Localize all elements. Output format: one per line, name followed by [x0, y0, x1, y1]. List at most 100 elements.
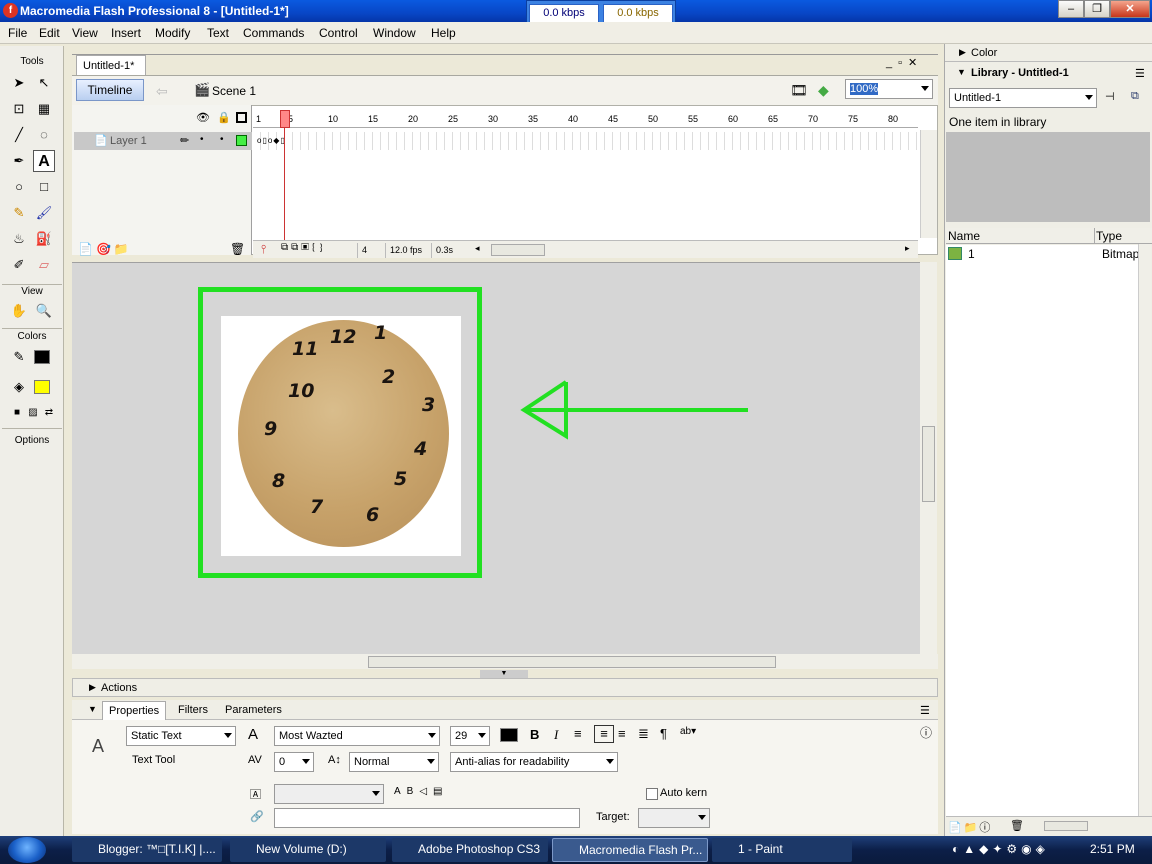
- task-explorer[interactable]: New Volume (D:): [230, 838, 386, 862]
- antialias-select[interactable]: Anti-alias for readability: [450, 752, 618, 772]
- hand-tool-icon[interactable]: ✋: [8, 300, 30, 322]
- menu-control[interactable]: Control: [319, 26, 358, 40]
- menu-help[interactable]: Help: [431, 26, 456, 40]
- minimize-button[interactable]: –: [1058, 0, 1084, 18]
- library-add-icons[interactable]: 📄📁ⓘ: [948, 819, 992, 835]
- menu-commands[interactable]: Commands: [243, 26, 304, 40]
- oval-tool-icon[interactable]: ○: [8, 176, 30, 198]
- library-select[interactable]: Untitled-1: [949, 88, 1097, 108]
- start-button[interactable]: [8, 837, 46, 863]
- stage-hscroll[interactable]: [72, 654, 938, 669]
- align-center-icon[interactable]: ≡: [594, 725, 614, 743]
- system-tray-icons[interactable]: ◐▲◆✦⚙◉◈: [952, 842, 1049, 856]
- eye-icon[interactable]: 👁: [196, 111, 210, 124]
- eraser-icon[interactable]: ▱: [33, 254, 55, 276]
- scroll-left-arrow[interactable]: ◂: [475, 243, 480, 254]
- visible-dot[interactable]: •: [200, 134, 204, 145]
- timeline-hscroll-thumb[interactable]: [491, 244, 545, 256]
- font-select[interactable]: Most Wazted: [274, 726, 440, 746]
- playhead[interactable]: [280, 110, 290, 128]
- library-menu-icon[interactable]: ☰: [1135, 67, 1145, 80]
- center-frame-icon[interactable]: ⫯: [261, 242, 266, 257]
- subselect-tool-icon[interactable]: ↖: [33, 72, 55, 94]
- outline-color-swatch[interactable]: [236, 135, 247, 146]
- tab-filters[interactable]: Filters: [178, 704, 208, 716]
- brush-tool-icon[interactable]: 🖌: [33, 202, 55, 224]
- zoom-select[interactable]: 100%: [845, 79, 933, 99]
- library-vscroll[interactable]: [1138, 244, 1151, 816]
- close-button[interactable]: ✕: [1110, 0, 1150, 18]
- task-paint[interactable]: 1 - Paint: [712, 838, 852, 862]
- scene-label[interactable]: Scene 1: [212, 84, 256, 98]
- text-type-select[interactable]: Static Text: [126, 726, 236, 746]
- menu-edit[interactable]: Edit: [39, 26, 60, 40]
- col-name[interactable]: Name: [948, 229, 980, 243]
- layer-add-icons[interactable]: 📄🎯📁: [78, 242, 132, 256]
- menu-text[interactable]: Text: [207, 26, 229, 40]
- pin-library-icon[interactable]: ⊣: [1105, 90, 1115, 103]
- task-blogger[interactable]: Blogger: ™□[T.I.K] |....: [72, 838, 222, 862]
- font-size-field[interactable]: 29: [450, 726, 490, 746]
- lasso-tool-icon[interactable]: ◌: [33, 124, 55, 146]
- doc-window-controls[interactable]: _▫✕: [886, 56, 923, 69]
- actions-panel-header[interactable]: ▶ Actions: [72, 678, 938, 697]
- library-trash-icon[interactable]: 🗑: [1010, 819, 1024, 832]
- library-item[interactable]: 1 Bitmap: [946, 245, 1138, 263]
- col-type[interactable]: Type: [1096, 229, 1122, 243]
- align-right-icon[interactable]: ≡: [618, 726, 626, 741]
- ink-bottle-icon[interactable]: ♨: [8, 228, 30, 250]
- stroke-color-swatch[interactable]: [34, 350, 50, 364]
- library-hscroll[interactable]: [1044, 821, 1088, 831]
- edit-scene-icon[interactable]: 🎞: [790, 82, 808, 99]
- menu-modify[interactable]: Modify: [155, 26, 190, 40]
- panel-collapse-handle[interactable]: ▼: [480, 670, 528, 678]
- character-position-select[interactable]: Normal: [349, 752, 439, 772]
- new-library-icon[interactable]: ⧉: [1131, 90, 1139, 103]
- timeline-ruler[interactable]: 1 5 10 15 20 25 30 35 40 45 50 55 60 65 …: [253, 110, 918, 128]
- collapse-arrow-icon[interactable]: ▼: [88, 704, 97, 714]
- restore-button[interactable]: ❐: [1084, 0, 1110, 18]
- instance-name-field[interactable]: [274, 784, 384, 804]
- timeline-button[interactable]: Timeline: [76, 79, 144, 101]
- task-photoshop[interactable]: Adobe Photoshop CS3: [392, 838, 548, 862]
- layer-row[interactable]: 📄 Layer 1 ✏ • •: [74, 132, 252, 150]
- paint-bucket-icon[interactable]: ⛽: [33, 228, 55, 250]
- auto-kern-checkbox[interactable]: [646, 788, 658, 800]
- italic-button[interactable]: I: [554, 727, 558, 743]
- outline-icon[interactable]: [236, 112, 247, 123]
- zoom-tool-icon[interactable]: 🔍: [33, 300, 55, 322]
- pen-tool-icon[interactable]: ✒: [8, 150, 30, 172]
- task-flash[interactable]: Macromedia Flash Pr...: [552, 838, 708, 862]
- onion-skin-icons[interactable]: ⧉⧉▣⁅⁆: [281, 242, 326, 253]
- fill-transform-icon[interactable]: ▦: [33, 98, 55, 120]
- library-panel-header[interactable]: ▼ Library - Untitled-1 ☰: [945, 64, 1152, 82]
- lock-icon[interactable]: 🔒: [217, 111, 231, 124]
- text-tool-icon[interactable]: A: [33, 150, 55, 172]
- pencil-tool-icon[interactable]: ✎: [8, 202, 30, 224]
- trash-icon[interactable]: 🗑: [230, 242, 245, 256]
- stage-vscroll[interactable]: [920, 262, 937, 656]
- lock-dot[interactable]: •: [220, 134, 224, 145]
- menu-insert[interactable]: Insert: [111, 26, 141, 40]
- scroll-right-arrow[interactable]: ▸: [905, 243, 910, 254]
- vscroll-thumb[interactable]: [922, 426, 935, 502]
- tab-properties[interactable]: Properties: [102, 701, 167, 720]
- hscroll-thumb[interactable]: [368, 656, 776, 668]
- rectangle-tool-icon[interactable]: □: [33, 176, 55, 198]
- format-icons[interactable]: AB◁▤: [394, 786, 448, 797]
- bold-button[interactable]: B: [530, 727, 539, 742]
- justify-icon[interactable]: ≣: [638, 726, 649, 742]
- align-left-icon[interactable]: ≡: [574, 726, 582, 741]
- menu-window[interactable]: Window: [373, 26, 416, 40]
- back-arrow-icon[interactable]: ⇦: [156, 83, 168, 100]
- orientation-icon[interactable]: ab▾: [680, 726, 696, 737]
- letter-spacing-field[interactable]: 0: [274, 752, 314, 772]
- text-color-swatch[interactable]: [500, 728, 518, 742]
- document-tab[interactable]: Untitled-1*: [76, 55, 146, 75]
- url-field[interactable]: [274, 808, 580, 828]
- free-transform-icon[interactable]: ⊡: [8, 98, 30, 120]
- menu-file[interactable]: File: [8, 26, 27, 40]
- swap-colors-icon[interactable]: ⇄: [38, 402, 60, 424]
- arrow-tool-icon[interactable]: ➤: [8, 72, 30, 94]
- help-icon[interactable]: ⓘ: [920, 724, 932, 741]
